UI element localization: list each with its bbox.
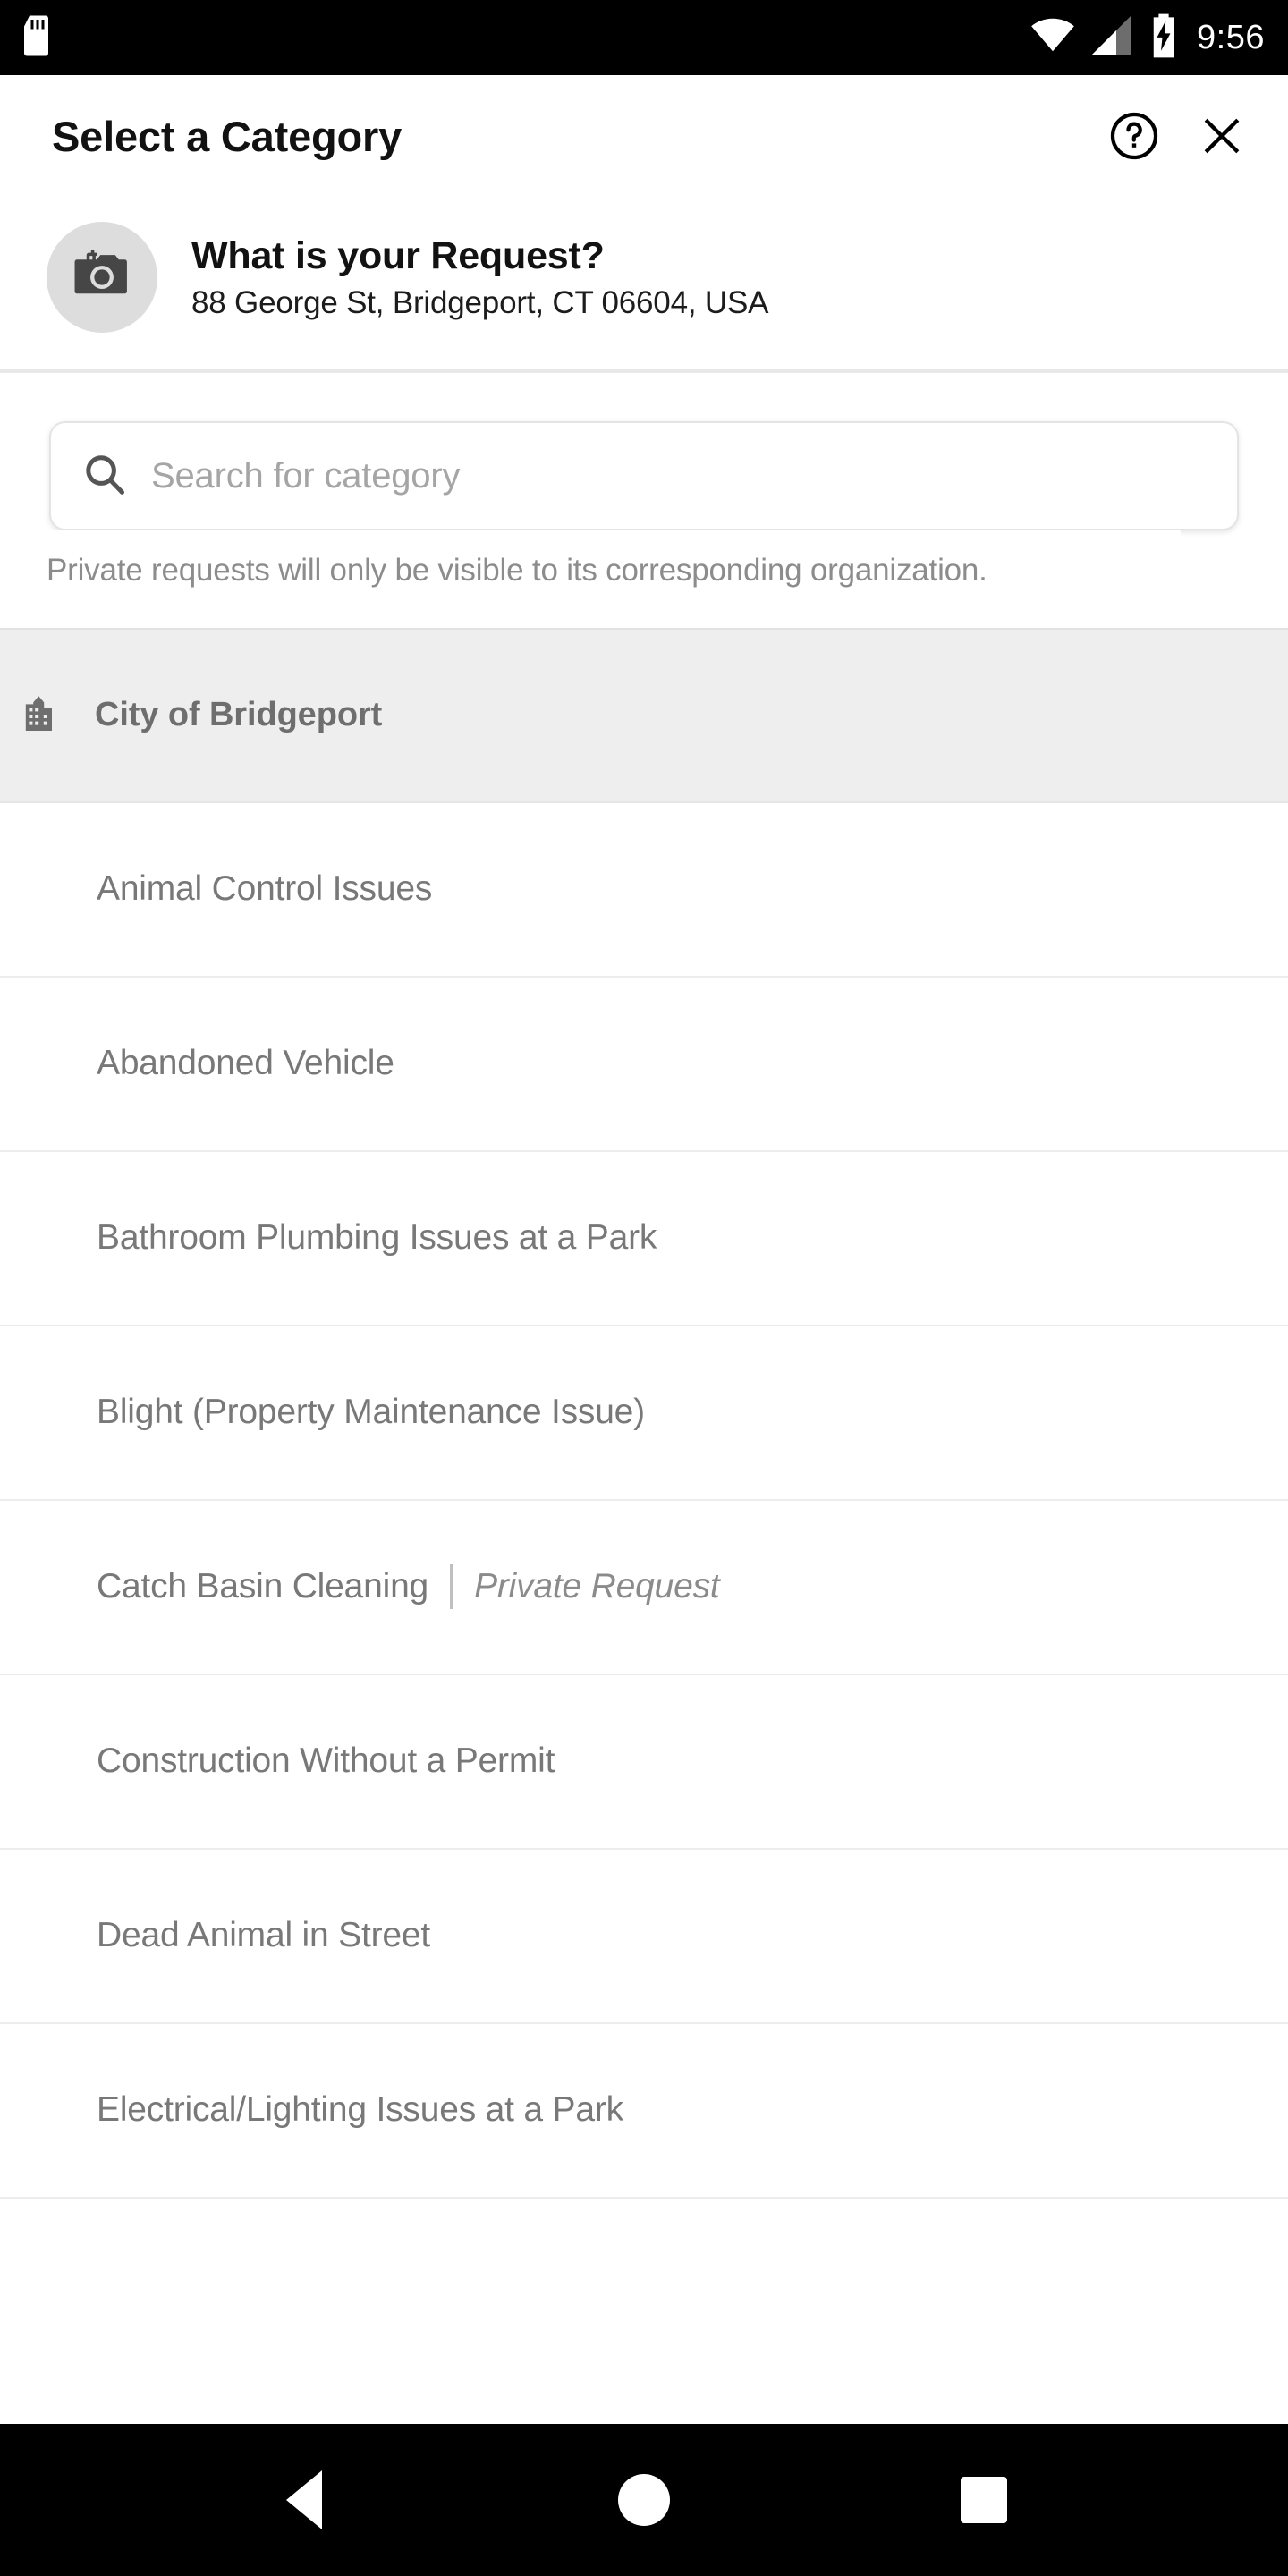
recents-square (961, 2477, 1007, 2523)
city-building-icon (21, 688, 72, 742)
label-separator (450, 1564, 453, 1610)
dialog-title-bar: Select a Category (0, 75, 1288, 197)
home-circle (618, 2474, 670, 2526)
help-circle-icon[interactable] (1109, 111, 1159, 161)
category-row[interactable]: Animal Control Issues (0, 802, 1288, 978)
status-bar-left (21, 15, 54, 61)
privacy-note: Private requests will only be visible to… (0, 530, 1181, 628)
request-summary: What is your Request? 88 George St, Brid… (0, 197, 1288, 369)
category-label-group: Catch Basin Cleaning Private Request (97, 1564, 720, 1610)
back-nav-icon[interactable] (250, 2446, 358, 2554)
search-section: Search for category (0, 373, 1288, 530)
home-nav-icon[interactable] (590, 2446, 698, 2554)
category-label: Catch Basin Cleaning (97, 1567, 429, 1606)
category-row[interactable]: Blight (Property Maintenance Issue) (0, 1326, 1288, 1501)
category-label: Blight (Property Maintenance Issue) (97, 1393, 645, 1432)
category-label: Construction Without a Permit (97, 1741, 555, 1781)
section-title: City of Bridgeport (95, 696, 383, 734)
category-row[interactable]: Construction Without a Permit (0, 1674, 1288, 1850)
status-bar: 9:56 (0, 0, 1288, 75)
section-header-city-of-bridgeport: City of Bridgeport (0, 627, 1288, 803)
search-placeholder: Search for category (151, 455, 461, 496)
cellular-signal-icon (1091, 15, 1134, 60)
title-bar-actions (1109, 111, 1245, 161)
category-label: Electrical/Lighting Issues at a Park (97, 2090, 623, 2130)
sd-card-icon (21, 15, 54, 61)
category-row[interactable]: Abandoned Vehicle (0, 977, 1288, 1152)
request-address: 88 George St, Bridgeport, CT 06604, USA (191, 284, 769, 320)
category-label: Dead Animal in Street (97, 1916, 431, 1955)
status-bar-clock: 9:56 (1197, 19, 1265, 56)
avatar[interactable] (47, 222, 157, 333)
page-title: Select a Category (52, 112, 402, 160)
category-list: Animal Control Issues Abandoned Vehicle … (0, 802, 1288, 2199)
category-row[interactable]: Bathroom Plumbing Issues at a Park (0, 1151, 1288, 1326)
android-navigation-bar (0, 2424, 1288, 2576)
add-a-photo-icon (72, 248, 131, 308)
search-icon (81, 451, 128, 502)
category-label: Bathroom Plumbing Issues at a Park (97, 1218, 657, 1258)
battery-charging-icon (1150, 13, 1177, 63)
search-input[interactable]: Search for category (49, 421, 1239, 530)
category-row[interactable]: Catch Basin Cleaning Private Request (0, 1500, 1288, 1675)
status-bar-right: 9:56 (1030, 13, 1265, 63)
recents-nav-icon[interactable] (930, 2446, 1038, 2554)
category-row[interactable]: Dead Animal in Street (0, 1849, 1288, 2024)
wifi-icon (1030, 18, 1075, 58)
request-question: What is your Request? (191, 233, 605, 277)
category-row[interactable]: Electrical/Lighting Issues at a Park (0, 2023, 1288, 2199)
category-label: Abandoned Vehicle (97, 1044, 394, 1083)
status-badge: Private Request (474, 1567, 720, 1606)
request-texts: What is your Request? 88 George St, Brid… (191, 234, 768, 321)
category-label: Animal Control Issues (97, 869, 433, 909)
close-icon[interactable] (1199, 113, 1245, 159)
back-triangle (286, 2470, 322, 2529)
